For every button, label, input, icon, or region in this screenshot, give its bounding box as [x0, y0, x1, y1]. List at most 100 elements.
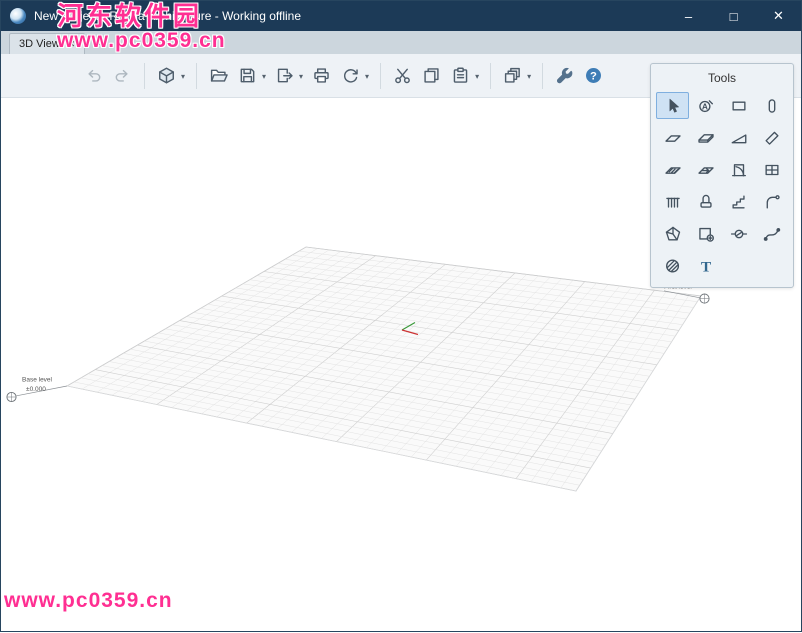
watermark-top: 河东软件园 www.pc0359.cn	[57, 3, 226, 52]
toolbar-separator	[380, 63, 381, 89]
view-cube-dropdown-arrow[interactable]: ▾	[181, 72, 185, 81]
cut-button[interactable]	[389, 62, 416, 89]
railing-tool[interactable]	[689, 156, 722, 183]
arrange-dropdown-arrow[interactable]: ▾	[527, 72, 531, 81]
copy-icon	[422, 66, 441, 85]
roof-icon	[697, 129, 715, 147]
wall-tool[interactable]	[722, 92, 755, 119]
tab-label: 3D View	[19, 38, 60, 50]
stair-icon	[664, 161, 682, 179]
column-tool[interactable]	[755, 92, 788, 119]
annotation-icon: A	[697, 97, 715, 115]
ramp-icon	[730, 129, 748, 147]
open-button[interactable]	[205, 62, 232, 89]
railing-icon	[697, 161, 715, 179]
paste-icon	[451, 66, 470, 85]
undo-icon	[84, 66, 103, 85]
tools-panel-title: Tools	[656, 71, 788, 85]
toolbar-separator	[196, 63, 197, 89]
annotation-tool[interactable]: A	[689, 92, 722, 119]
level-tool[interactable]	[722, 220, 755, 247]
hatch-tool[interactable]	[656, 252, 689, 279]
text-icon: T	[697, 257, 715, 275]
floor-tool[interactable]	[656, 124, 689, 151]
beam-icon	[763, 129, 781, 147]
renga-logo-icon	[10, 8, 26, 24]
select-tool[interactable]	[656, 92, 689, 119]
level-icon	[730, 225, 748, 243]
door-tool[interactable]	[722, 156, 755, 183]
svg-text:±0.000: ±0.000	[26, 386, 46, 393]
watermark-url: www.pc0359.cn	[57, 30, 226, 52]
wall-icon	[730, 97, 748, 115]
close-button[interactable]: ✕	[756, 1, 801, 31]
export-icon	[275, 66, 294, 85]
room-tool[interactable]	[689, 220, 722, 247]
window-controls: – □ ✕	[666, 1, 801, 31]
ramp-tool[interactable]	[722, 124, 755, 151]
fence-icon	[664, 193, 682, 211]
equipment-icon	[730, 193, 748, 211]
svg-text:A: A	[701, 101, 707, 111]
toolbar-separator	[490, 63, 491, 89]
tools-grid: AT	[656, 92, 788, 279]
text-tool[interactable]: T	[689, 252, 722, 279]
toolbar-separator	[542, 63, 543, 89]
save-dropdown-arrow[interactable]: ▾	[262, 72, 266, 81]
save-icon	[238, 66, 257, 85]
sync-button[interactable]	[337, 62, 364, 89]
svg-text:Base level: Base level	[22, 377, 53, 384]
beam-tool[interactable]	[755, 124, 788, 151]
redo-button[interactable]	[109, 62, 136, 89]
copy-button[interactable]	[418, 62, 445, 89]
roof-tool[interactable]	[689, 124, 722, 151]
settings-button[interactable]	[551, 62, 578, 89]
print-button[interactable]	[308, 62, 335, 89]
svg-text:T: T	[700, 258, 710, 274]
select-icon	[664, 97, 682, 115]
sync-dropdown-arrow[interactable]: ▾	[365, 72, 369, 81]
pipe-tool[interactable]	[755, 188, 788, 215]
help-icon: ?	[584, 66, 603, 85]
maximize-button[interactable]: □	[711, 1, 756, 31]
equipment-tool[interactable]	[722, 188, 755, 215]
pipe-icon	[763, 193, 781, 211]
hatch-icon	[664, 257, 682, 275]
tools-panel: Tools AT	[650, 63, 794, 288]
paste-button[interactable]	[447, 62, 474, 89]
arrange-button[interactable]	[499, 62, 526, 89]
route-tool[interactable]	[755, 220, 788, 247]
room-icon	[697, 225, 715, 243]
save-button[interactable]	[234, 62, 261, 89]
cut-icon	[393, 66, 412, 85]
undo-button[interactable]	[80, 62, 107, 89]
settings-icon	[555, 66, 574, 85]
paste-dropdown-arrow[interactable]: ▾	[475, 72, 479, 81]
toolbar-separator	[144, 63, 145, 89]
view-cube-icon	[157, 66, 176, 85]
window-icon	[763, 161, 781, 179]
export-dropdown-arrow[interactable]: ▾	[299, 72, 303, 81]
watermark-bottom: www.pc0359.cn	[4, 590, 173, 612]
plumbing-fixture-icon	[697, 193, 715, 211]
sync-icon	[341, 66, 360, 85]
svg-text:?: ?	[590, 70, 597, 82]
plumbing-fixture-tool[interactable]	[689, 188, 722, 215]
floor-icon	[664, 129, 682, 147]
polyhedron-icon	[664, 225, 682, 243]
minimize-button[interactable]: –	[666, 1, 711, 31]
route-icon	[763, 225, 781, 243]
print-icon	[312, 66, 331, 85]
export-button[interactable]	[271, 62, 298, 89]
window-tool[interactable]	[755, 156, 788, 183]
polyhedron-tool[interactable]	[656, 220, 689, 247]
fence-tool[interactable]	[656, 188, 689, 215]
redo-icon	[113, 66, 132, 85]
column-icon	[763, 97, 781, 115]
help-button[interactable]: ?	[580, 62, 607, 89]
stair-tool[interactable]	[656, 156, 689, 183]
base-level-marker[interactable]: Base level ±0.000	[7, 377, 67, 402]
view-cube-button[interactable]	[153, 62, 180, 89]
arrange-icon	[503, 66, 522, 85]
watermark-site-name: 河东软件园	[57, 3, 226, 30]
